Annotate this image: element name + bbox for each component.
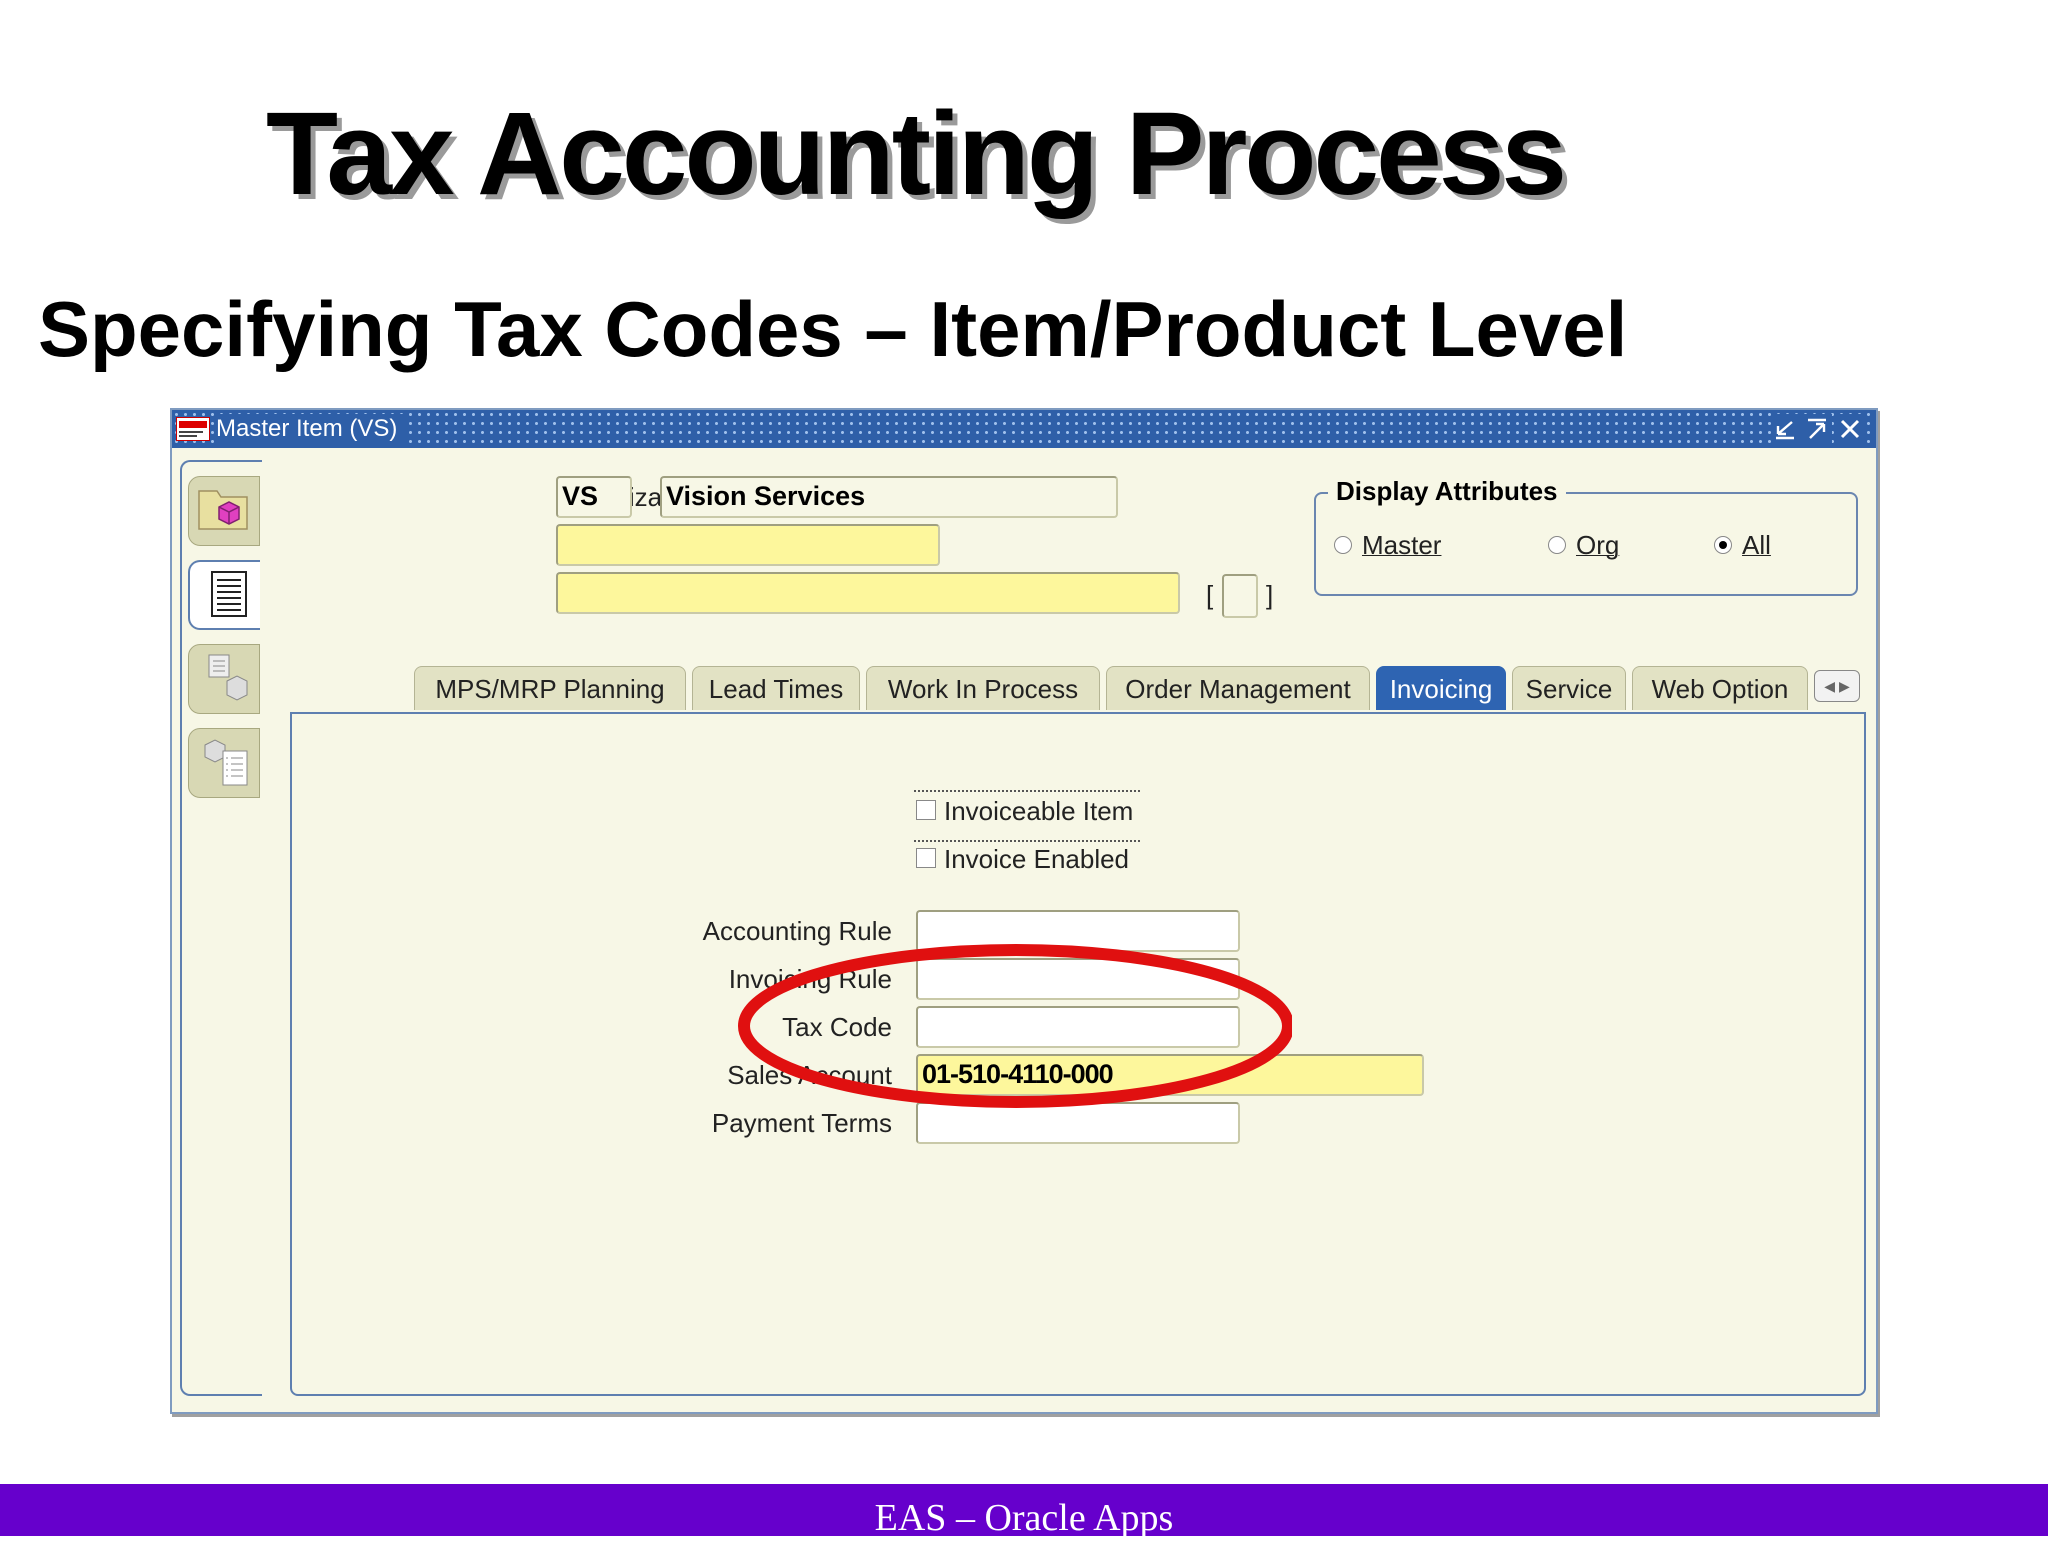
minimize-icon[interactable] <box>1772 414 1800 444</box>
item-attributes-button[interactable] <box>188 560 260 630</box>
invoice-enabled-label[interactable]: Invoice Enabled <box>944 842 1129 876</box>
oracle-logo-icon <box>176 417 210 441</box>
organization-label: Organization <box>372 480 704 514</box>
display-attributes-title: Display Attributes <box>1328 474 1566 508</box>
bracket-close: ] <box>1266 580 1274 610</box>
tab-scroll-arrows-icon[interactable]: ◀ ▶ <box>1814 670 1860 702</box>
invoiceable-item-checkbox[interactable] <box>916 800 936 820</box>
slide-subtitle: Specifying Tax Codes – Item/Product Leve… <box>38 285 1628 373</box>
window-title: Master Item (VS) <box>214 414 408 444</box>
item-categories-button[interactable] <box>188 728 260 798</box>
master-item-window: Master Item (VS) VS Vision Services [] … <box>170 408 1878 1414</box>
tab-order-management[interactable]: Order Management <box>1106 666 1370 710</box>
radio-master-label[interactable]: Master <box>1362 528 1441 562</box>
tab-invoicing[interactable]: Invoicing <box>1376 666 1506 710</box>
item-catalog-button[interactable] <box>188 644 260 714</box>
descriptive-flexfield[interactable] <box>1222 574 1258 618</box>
invoiceable-item-label[interactable]: Invoiceable Item <box>944 794 1133 828</box>
bracket-open: [ <box>1206 580 1214 610</box>
close-icon[interactable] <box>1836 414 1864 444</box>
radio-org[interactable] <box>1548 536 1566 554</box>
radio-org-label[interactable]: Org <box>1576 528 1619 562</box>
item-field[interactable] <box>556 524 940 566</box>
tab-service[interactable]: Service <box>1512 666 1626 710</box>
description-field[interactable] <box>556 572 1180 614</box>
radio-master[interactable] <box>1334 536 1352 554</box>
organization-name-field[interactable]: Vision Services <box>660 476 1118 518</box>
window-titlebar[interactable]: Master Item (VS) <box>172 410 1876 448</box>
tab-lead-times[interactable]: Lead Times <box>692 666 860 710</box>
footer-text: EAS – Oracle Apps <box>874 1497 1174 1539</box>
organization-button[interactable] <box>188 476 260 546</box>
radio-all[interactable] <box>1714 536 1732 554</box>
tab-web-option[interactable]: Web Option <box>1632 666 1808 710</box>
radio-all-label[interactable]: All <box>1742 528 1771 562</box>
maximize-icon[interactable] <box>1804 414 1832 444</box>
tab-work-in-process[interactable]: Work In Process <box>866 666 1100 710</box>
slide-title: Tax Accounting Process <box>266 88 1567 220</box>
invoice-enabled-checkbox[interactable] <box>916 848 936 868</box>
organization-code-field[interactable]: VS <box>556 476 632 518</box>
tab-mps-mrp-planning[interactable]: MPS/MRP Planning <box>414 666 686 710</box>
tax-code-highlight-ellipse <box>738 944 1292 1108</box>
